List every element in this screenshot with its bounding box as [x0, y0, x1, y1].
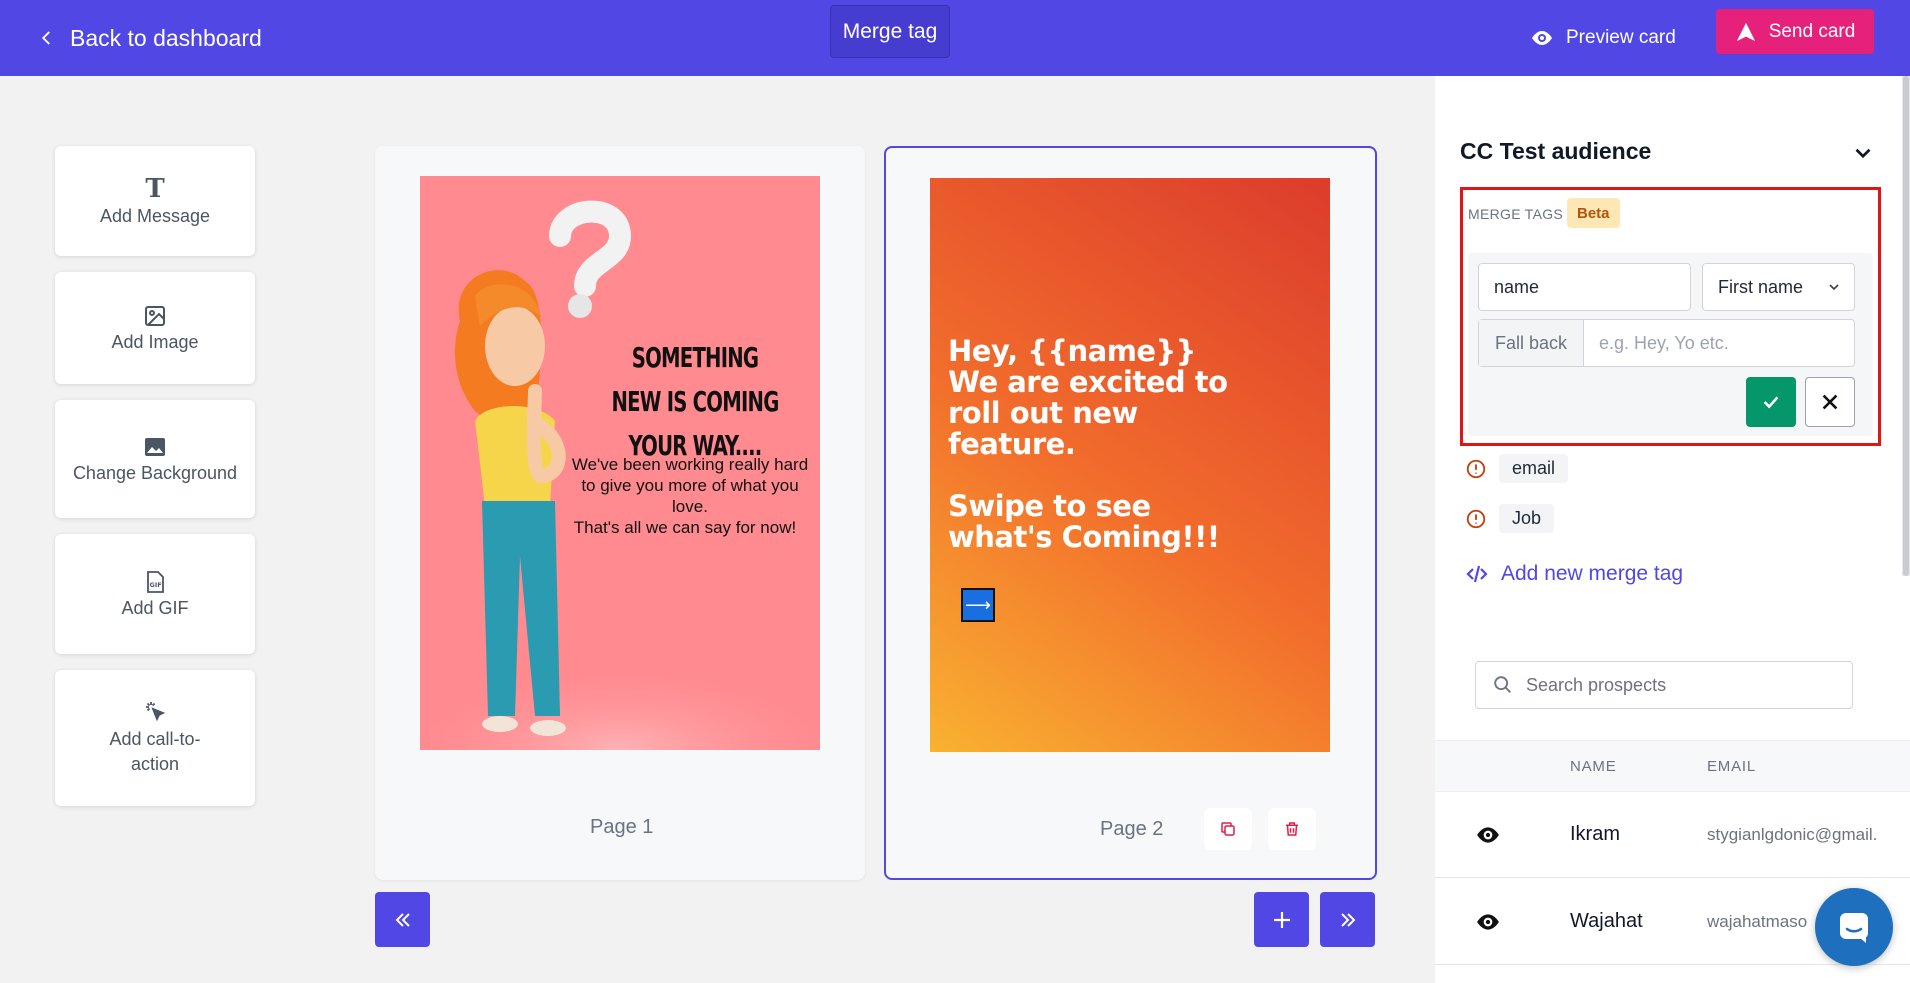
- page-2-line: Swipe to see: [948, 489, 1151, 523]
- page-2-line: feature.: [948, 427, 1076, 461]
- image-icon: [145, 305, 165, 326]
- preview-label: Preview card: [1566, 27, 1676, 48]
- add-gif-tool[interactable]: GIF Add GIF: [55, 534, 255, 654]
- page-2-label: Page 2: [1100, 818, 1164, 840]
- prospects-table-header: NAME EMAIL: [1435, 740, 1910, 792]
- previous-page-button[interactable]: [375, 892, 430, 947]
- back-to-dashboard-link[interactable]: Back to dashboard: [38, 18, 262, 58]
- page-1-artwork: SOMETHING NEW IS COMING YOUR WAY.... We'…: [420, 176, 820, 750]
- chevron-left-icon: [41, 31, 50, 45]
- tool-label: Add call-to-action: [109, 729, 201, 774]
- page-2-message: Hey, {{name}} We are excited to roll out…: [948, 336, 1308, 553]
- add-merge-tag-link[interactable]: Add new merge tag: [1465, 562, 1683, 586]
- merge-tag-item[interactable]: email: [1465, 454, 1569, 483]
- send-card-button[interactable]: Send card: [1716, 9, 1874, 54]
- back-label: Back to dashboard: [70, 24, 262, 51]
- panel-scrollbar[interactable]: [1902, 76, 1910, 576]
- page-1-label: Page 1: [590, 816, 654, 838]
- tool-label: Add GIF: [121, 597, 189, 618]
- add-image-tool[interactable]: Add Image: [55, 272, 255, 384]
- check-icon: [1763, 396, 1779, 409]
- merge-tag-form: name First name Fall back e.g. Hey, Yo e…: [1468, 253, 1873, 436]
- prospect-name: Wajahat: [1570, 910, 1643, 932]
- fallback-field: Fall back e.g. Hey, Yo etc.: [1478, 319, 1855, 367]
- page-2-line: roll out new: [948, 396, 1138, 430]
- cancel-button[interactable]: [1805, 377, 1855, 427]
- search-placeholder: Search prospects: [1526, 674, 1667, 695]
- add-page-button[interactable]: [1254, 892, 1309, 947]
- chat-icon: [1840, 913, 1868, 943]
- chevron-down-icon[interactable]: [1850, 140, 1876, 166]
- plus-icon: [1273, 911, 1290, 928]
- tool-label: Change Background: [72, 462, 238, 483]
- field-select[interactable]: First name: [1702, 263, 1855, 311]
- arrow-right-icon[interactable]: ⟶: [961, 588, 995, 622]
- add-message-tool[interactable]: T Add Message: [55, 146, 255, 256]
- tag-chip: Job: [1499, 504, 1555, 533]
- page-1-body: We've been working really hard to give y…: [570, 454, 810, 538]
- chevrons-right-icon: [1340, 912, 1355, 927]
- close-icon: [1822, 394, 1838, 410]
- field-select-value: First name: [1718, 276, 1804, 297]
- fallback-addon: Fall back: [1479, 320, 1584, 366]
- text-icon: T: [145, 173, 165, 204]
- warning-circle-icon: [1466, 509, 1486, 528]
- add-merge-tag-label: Add new merge tag: [1501, 562, 1684, 585]
- trash-icon: [1286, 822, 1298, 836]
- change-background-tool[interactable]: Change Background: [55, 400, 255, 518]
- background-image-icon: [145, 437, 165, 456]
- search-prospects-input[interactable]: Search prospects: [1475, 661, 1853, 709]
- page-1-body-last: That's all we can say for now!: [573, 518, 797, 537]
- copy-icon: [1221, 822, 1235, 836]
- prospect-email: wajahatmaso: [1707, 912, 1808, 931]
- code-icon: [1466, 565, 1488, 583]
- eye-icon[interactable]: [1475, 822, 1501, 848]
- delete-page-button[interactable]: [1268, 808, 1316, 850]
- page-card-1[interactable]: SOMETHING NEW IS COMING YOUR WAY.... We'…: [375, 146, 865, 880]
- chevrons-left-icon: [395, 912, 410, 927]
- chevron-down-icon: [1829, 284, 1839, 291]
- next-page-button[interactable]: [1320, 892, 1375, 947]
- page-2-line: Hey, {{name}}: [948, 334, 1196, 368]
- fallback-input[interactable]: e.g. Hey, Yo etc.: [1584, 320, 1854, 366]
- page-1-body-text: We've been working really hard to give y…: [571, 455, 809, 516]
- merge-tags-label: MERGE TAGS: [1468, 206, 1564, 222]
- merge-tag-button[interactable]: Merge tag: [830, 5, 950, 58]
- merge-tag-item[interactable]: Job: [1465, 504, 1555, 533]
- preview-card-button[interactable]: Preview card: [1530, 18, 1676, 58]
- cursor-click-icon: [146, 702, 166, 722]
- page-2-line: what's Coming!!!: [948, 520, 1220, 554]
- audience-title: CC Test audience: [1460, 138, 1652, 164]
- merge-tags-section: MERGE TAGS Beta name First name Fall bac…: [1460, 187, 1881, 446]
- eye-icon[interactable]: [1475, 909, 1501, 935]
- audience-panel: CC Test audience MERGE TAGS Beta name Fi…: [1435, 76, 1910, 983]
- gif-icon: GIF: [147, 570, 164, 593]
- page-2-artwork: Hey, {{name}} We are excited to roll out…: [930, 178, 1330, 752]
- eye-icon: [1532, 31, 1552, 45]
- table-row: Ikram stygianlgdonic@gmail.: [1435, 792, 1910, 878]
- prospect-name: Ikram: [1570, 823, 1620, 845]
- page-2-line: We are excited to: [948, 365, 1228, 399]
- chat-launcher-button[interactable]: [1815, 888, 1893, 966]
- column-name: NAME: [1570, 758, 1617, 775]
- beta-badge: Beta: [1567, 198, 1620, 228]
- duplicate-page-button[interactable]: [1204, 808, 1252, 850]
- svg-text:GIF: GIF: [150, 581, 162, 589]
- warning-circle-icon: [1466, 459, 1486, 478]
- column-email: EMAIL: [1707, 758, 1757, 775]
- tag-chip: email: [1499, 454, 1569, 483]
- search-icon: [1494, 676, 1511, 693]
- confirm-button[interactable]: [1746, 377, 1796, 427]
- page-card-2[interactable]: Hey, {{name}} We are excited to roll out…: [884, 146, 1377, 880]
- tool-label: Add Message: [99, 205, 211, 226]
- tool-label: Add Image: [111, 331, 199, 352]
- send-label: Send card: [1768, 20, 1856, 42]
- add-cta-tool[interactable]: Add call-to-action: [55, 670, 255, 806]
- prospect-email: stygianlgdonic@gmail.: [1707, 825, 1878, 844]
- top-bar: Back to dashboard Merge tag Preview card…: [0, 0, 1910, 76]
- tag-name-input[interactable]: name: [1478, 263, 1691, 311]
- send-icon: [1736, 22, 1755, 41]
- page-1-title: SOMETHING NEW IS COMING YOUR WAY....: [611, 341, 779, 462]
